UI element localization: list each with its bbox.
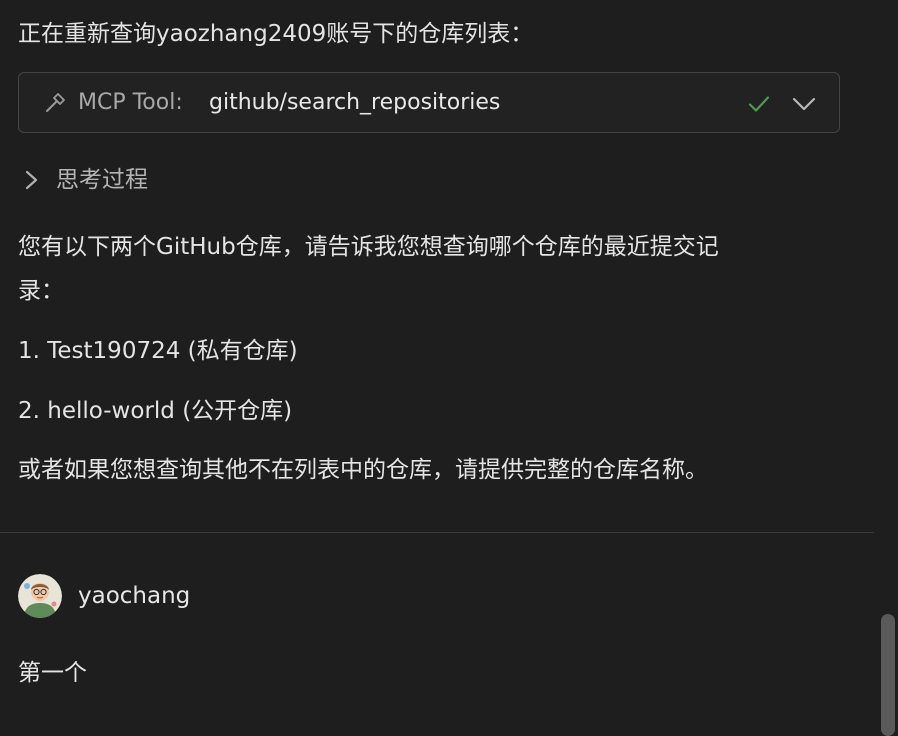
chat-panel: 正在重新查询yaozhang2409账号下的仓库列表： MCP Tool: gi… bbox=[0, 0, 898, 736]
assistant-status-line: 正在重新查询yaozhang2409账号下的仓库列表： bbox=[18, 21, 534, 47]
thinking-label: 思考过程 bbox=[56, 167, 148, 193]
scrollbar-thumb[interactable] bbox=[881, 614, 895, 736]
avatar bbox=[18, 574, 62, 618]
user-message-text: 第一个 bbox=[18, 660, 87, 686]
chevron-down-icon[interactable] bbox=[791, 92, 817, 116]
list-item-repo-1: 1. Test190724 (私有仓库) bbox=[18, 338, 298, 364]
response-intro-line-2: 录： bbox=[18, 278, 64, 304]
response-outro: 或者如果您想查询其他不在列表中的仓库，请提供完整的仓库名称。 bbox=[18, 457, 708, 483]
username: yaochang bbox=[78, 583, 191, 609]
check-icon bbox=[747, 92, 771, 116]
tool-name: github/search_repositories bbox=[209, 90, 501, 115]
list-item-repo-2: 2. hello-world (公开仓库) bbox=[18, 398, 293, 424]
message-divider bbox=[0, 532, 874, 533]
mcp-tool-call-card[interactable]: MCP Tool: github/search_repositories bbox=[18, 72, 840, 133]
tool-label: MCP Tool: bbox=[78, 90, 183, 115]
hammer-icon bbox=[43, 91, 67, 115]
chevron-right-icon bbox=[22, 168, 40, 192]
response-intro-line-1: 您有以下两个GitHub仓库，请告诉我您想查询哪个仓库的最近提交记 bbox=[18, 234, 719, 260]
